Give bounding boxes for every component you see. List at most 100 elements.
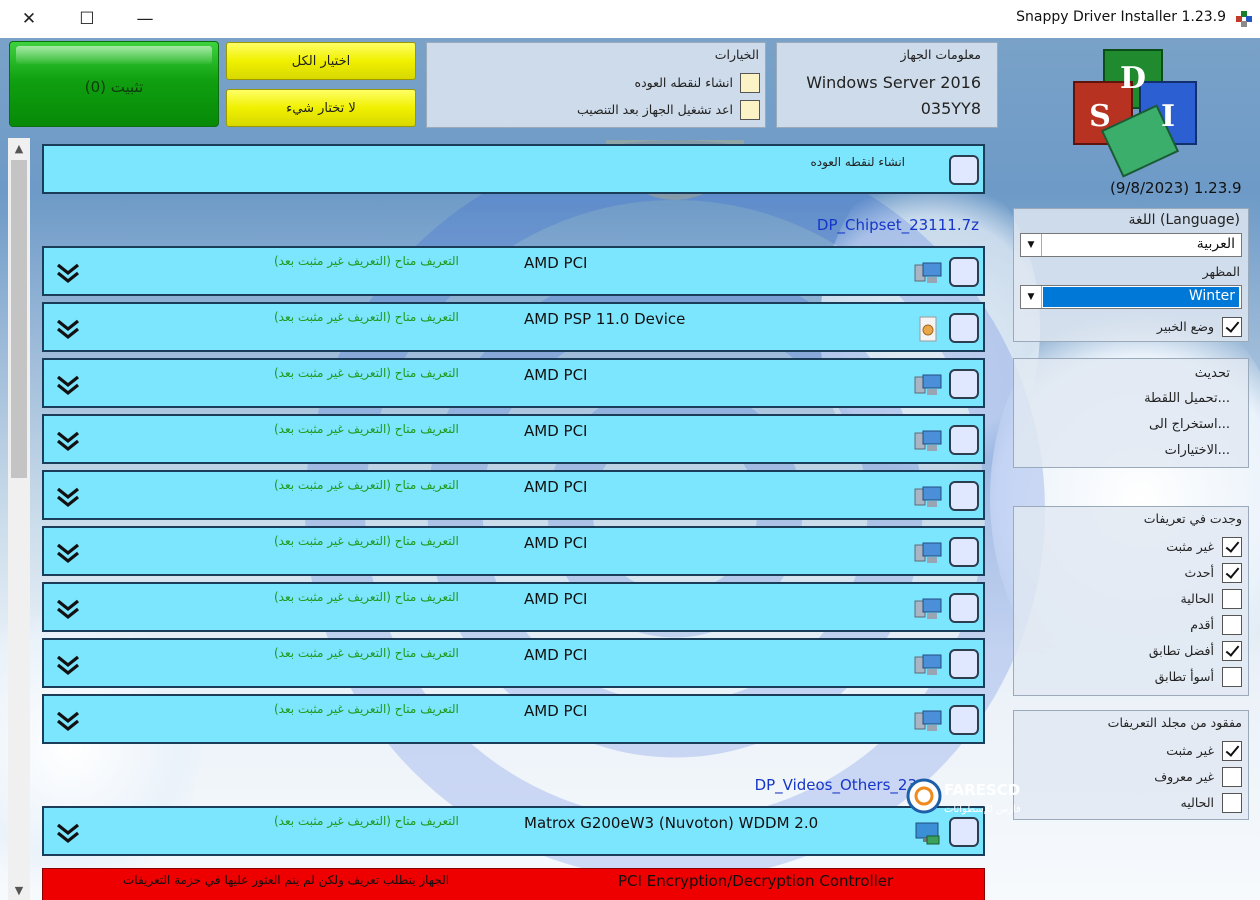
pci-device-icon	[914, 486, 942, 507]
restart-checkbox[interactable]	[740, 100, 760, 120]
missing-filters-panel: مفقود من مجلد التعريفات غير مثبت غير معرو…	[1013, 710, 1249, 820]
driver-select-checkbox[interactable]	[949, 481, 979, 511]
expand-chevron-icon[interactable]	[56, 261, 80, 285]
driver-row[interactable]: التعريف متاح (التعريف غير مثبت بعد) AMD P…	[42, 470, 985, 520]
driver-select-checkbox[interactable]	[949, 817, 979, 847]
select-all-button[interactable]: اختيار الكل	[226, 42, 416, 80]
minimize-button[interactable]: —	[116, 0, 174, 38]
filter-checkbox[interactable]	[1222, 589, 1242, 609]
driver-select-checkbox[interactable]	[949, 369, 979, 399]
driver-list: انشاء لنقطه العوده DP_Chipset_23111.7z ال…	[30, 138, 997, 900]
restore-point-label: انشاء لنقطه العوده	[634, 75, 733, 90]
pci-device-icon	[914, 374, 942, 395]
driver-select-checkbox[interactable]	[949, 425, 979, 455]
expert-mode-checkbox[interactable]	[1222, 317, 1242, 337]
farescd-brand: FARESCD فارس للإسطوانات	[906, 778, 1021, 815]
filter-checkbox[interactable]	[1222, 563, 1242, 583]
expand-chevron-icon[interactable]	[56, 597, 80, 621]
driver-name: AMD PCI	[524, 702, 588, 720]
menu-extract-to[interactable]: استخراج الى...	[1149, 417, 1230, 432]
driver-status: التعريف متاح (التعريف غير مثبت بعد)	[274, 814, 459, 828]
minimize-icon: —	[136, 9, 154, 29]
install-label: تثبيت (0)	[84, 78, 144, 96]
select-none-button[interactable]: لا تختار شيء	[226, 89, 416, 127]
driver-name: AMD PCI	[524, 590, 588, 608]
scroll-up-icon[interactable]: ▲	[8, 138, 30, 158]
driver-row[interactable]: التعريف متاح (التعريف غير مثبت بعد) AMD P…	[42, 414, 985, 464]
restore-point-row[interactable]: انشاء لنقطه العوده	[42, 144, 985, 194]
scroll-down-icon[interactable]: ▼	[8, 880, 30, 900]
expand-chevron-icon[interactable]	[56, 541, 80, 565]
options-panel: الخيارات انشاء لنقطه العوده اعد تشغيل ال…	[426, 42, 766, 128]
pci-device-icon	[914, 430, 942, 451]
menu-panel: تحديث تحميل اللقطة... استخراج الى... الا…	[1013, 358, 1249, 468]
expand-chevron-icon[interactable]	[56, 709, 80, 733]
filter-checkbox[interactable]	[1222, 767, 1242, 787]
driver-select-checkbox[interactable]	[949, 313, 979, 343]
expert-mode-label: وضع الخبير	[1156, 319, 1214, 334]
vertical-scrollbar[interactable]: ▲ ▼	[8, 138, 30, 900]
pci-device-icon	[914, 598, 942, 619]
driver-select-checkbox[interactable]	[949, 705, 979, 735]
install-button[interactable]: تثبيت (0)	[9, 41, 219, 127]
theme-dropdown[interactable]: ▼ Winter	[1020, 285, 1242, 309]
driver-name: AMD PCI	[524, 478, 588, 496]
display-adapter-icon	[915, 822, 940, 845]
driver-row[interactable]: التعريف متاح (التعريف غير مثبت بعد) AMD P…	[42, 526, 985, 576]
restore-point-checkbox[interactable]	[740, 73, 760, 93]
menu-load-snapshot[interactable]: تحميل اللقطة...	[1144, 391, 1230, 406]
options-title: الخيارات	[714, 47, 759, 62]
filter-label: أفضل تطابق	[1148, 643, 1214, 658]
driver-name: AMD PSP 11.0 Device	[524, 310, 686, 328]
theme-label: المظهر	[1202, 264, 1240, 279]
driver-row[interactable]: التعريف متاح (التعريف غير مثبت بعد) AMD P…	[42, 582, 985, 632]
driver-select-checkbox[interactable]	[949, 257, 979, 287]
logo-letter-s: S	[1089, 99, 1111, 134]
close-button[interactable]: ✕	[0, 0, 58, 38]
filter-checkbox[interactable]	[1222, 793, 1242, 813]
expand-chevron-icon[interactable]	[56, 317, 80, 341]
scroll-thumb[interactable]	[11, 160, 27, 478]
driver-status: التعريف متاح (التعريف غير مثبت بعد)	[274, 310, 459, 324]
select-none-label: لا تختار شيء	[286, 100, 356, 116]
expand-chevron-icon[interactable]	[56, 653, 80, 677]
menu-options[interactable]: الاختيارات...	[1165, 443, 1230, 458]
dropdown-arrow-icon: ▼	[1021, 234, 1042, 256]
filter-checkbox[interactable]	[1222, 741, 1242, 761]
missing-driver-row[interactable]: الجهاز يتطلب تعريف ولكن لم يتم العثور عل…	[42, 868, 985, 900]
driver-name: AMD PCI	[524, 422, 588, 440]
driver-row[interactable]: التعريف متاح (التعريف غير مثبت بعد) AMD P…	[42, 358, 985, 408]
driver-row[interactable]: التعريف متاح (التعريف غير مثبت بعد) AMD P…	[42, 302, 985, 352]
expand-chevron-icon[interactable]	[56, 373, 80, 397]
driver-select-checkbox[interactable]	[949, 593, 979, 623]
language-dropdown[interactable]: ▼ العربية	[1020, 233, 1242, 257]
expand-chevron-icon[interactable]	[56, 429, 80, 453]
driver-name: AMD PCI	[524, 646, 588, 664]
main-window: تثبيت (0) اختيار الكل لا تختار شيء الخيا…	[0, 38, 1260, 900]
menu-refresh[interactable]: تحديث	[1195, 366, 1230, 381]
filter-label: أسوأ تطابق	[1154, 669, 1214, 684]
filter-checkbox[interactable]	[1222, 537, 1242, 557]
filter-label: غير مثبت	[1166, 539, 1214, 554]
close-icon: ✕	[21, 9, 37, 29]
restore-point-row-checkbox[interactable]	[949, 155, 979, 185]
filter-checkbox[interactable]	[1222, 615, 1242, 635]
filter-checkbox[interactable]	[1222, 667, 1242, 687]
pci-device-icon	[914, 542, 942, 563]
expand-chevron-icon[interactable]	[56, 821, 80, 845]
dropdown-arrow-icon: ▼	[1021, 286, 1042, 308]
brand-tagline: فارس للإسطوانات	[944, 804, 1021, 815]
filter-checkbox[interactable]	[1222, 641, 1242, 661]
driver-row[interactable]: التعريف متاح (التعريف غير مثبت بعد) Matro…	[42, 806, 985, 856]
driver-select-checkbox[interactable]	[949, 537, 979, 567]
driver-row[interactable]: التعريف متاح (التعريف غير مثبت بعد) AMD P…	[42, 694, 985, 744]
driver-name: Matrox G200eW3 (Nuvoton) WDDM 2.0	[524, 814, 819, 832]
device-model: 035YY8	[920, 99, 981, 118]
driver-row[interactable]: التعريف متاح (التعريف غير مثبت بعد) AMD P…	[42, 638, 985, 688]
driver-select-checkbox[interactable]	[949, 649, 979, 679]
sdi-logo[interactable]: D S I	[1070, 46, 1200, 186]
driver-name: AMD PCI	[524, 366, 588, 384]
driver-row[interactable]: التعريف متاح (التعريف غير مثبت بعد) AMD P…	[42, 246, 985, 296]
expand-chevron-icon[interactable]	[56, 485, 80, 509]
maximize-button[interactable]: ☐	[58, 0, 116, 38]
